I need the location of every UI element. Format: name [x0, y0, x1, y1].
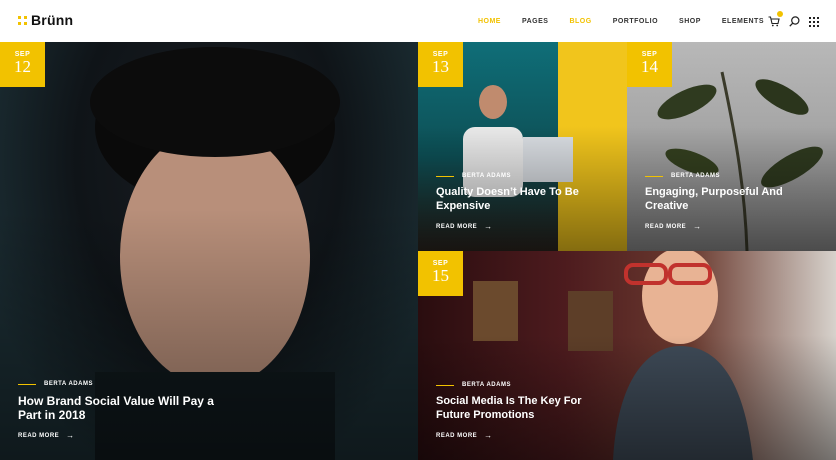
post-meta: BERTA ADAMS: [18, 381, 93, 387]
read-more-label: READ MORE: [436, 223, 478, 230]
post-card[interactable]: SEP 13 BERTA ADAMS Quality Doesn’t Have …: [418, 42, 627, 251]
post-author[interactable]: BERTA ADAMS: [462, 173, 511, 179]
post-meta: BERTA ADAMS: [436, 173, 511, 179]
post-card[interactable]: SEP 14 BERTA ADAMS Engaging, Purposeful …: [627, 42, 836, 251]
post-title[interactable]: Quality Doesn’t Have To Be Expensive: [436, 185, 616, 213]
arrow-right-icon: →: [484, 222, 493, 231]
nav-item-blog[interactable]: BLOG: [569, 18, 591, 25]
header-icons: [759, 11, 819, 32]
date-badge: SEP 14: [627, 42, 672, 87]
search-icon[interactable]: [789, 14, 800, 32]
date-badge: SEP 15: [418, 251, 463, 296]
date-day: 12: [14, 57, 31, 76]
accent-line: [436, 384, 454, 386]
date-day: 13: [432, 57, 449, 76]
grid-menu-icon[interactable]: [809, 14, 819, 32]
read-more-link[interactable]: READ MORE →: [18, 431, 74, 440]
read-more-link[interactable]: READ MORE →: [645, 222, 701, 231]
date-day: 14: [641, 57, 658, 76]
read-more-label: READ MORE: [645, 223, 687, 230]
accent-line: [18, 383, 36, 385]
main-nav: HOME PAGES BLOG PORTFOLIO SHOP ELEMENTS: [457, 0, 764, 42]
logo-text: Brünn: [31, 12, 74, 28]
arrow-right-icon: →: [484, 431, 493, 440]
read-more-label: READ MORE: [18, 432, 60, 439]
date-badge: SEP 13: [418, 42, 463, 87]
post-author[interactable]: BERTA ADAMS: [671, 173, 720, 179]
arrow-right-icon: →: [66, 431, 75, 440]
image-overlay: [0, 209, 418, 460]
post-card-wide[interactable]: SEP 15 BERTA ADAMS Social Media Is The K…: [418, 251, 836, 460]
site-header: Brünn HOME PAGES BLOG PORTFOLIO SHOP ELE…: [0, 0, 836, 42]
nav-item-home[interactable]: HOME: [478, 18, 501, 25]
nav-item-shop[interactable]: SHOP: [679, 18, 701, 25]
post-title[interactable]: Social Media Is The Key For Future Promo…: [436, 394, 616, 422]
nav-item-portfolio[interactable]: PORTFOLIO: [613, 18, 658, 25]
post-author[interactable]: BERTA ADAMS: [462, 382, 511, 388]
accent-line: [436, 175, 454, 177]
date-day: 15: [432, 266, 449, 285]
nav-item-pages[interactable]: PAGES: [522, 18, 549, 25]
read-more-label: READ MORE: [436, 432, 478, 439]
cart-badge: [777, 11, 783, 17]
read-more-link[interactable]: READ MORE →: [436, 431, 492, 440]
arrow-right-icon: →: [693, 222, 702, 231]
read-more-link[interactable]: READ MORE →: [436, 222, 492, 231]
post-card-large[interactable]: SEP 12 BERTA ADAMS How Brand Social Valu…: [0, 42, 418, 460]
date-badge: SEP 12: [0, 42, 45, 87]
post-title[interactable]: How Brand Social Value Will Pay a Part i…: [18, 394, 228, 422]
post-meta: BERTA ADAMS: [436, 382, 511, 388]
logo-mark-icon: [18, 15, 27, 25]
logo[interactable]: Brünn: [18, 12, 73, 28]
cart-icon[interactable]: [768, 11, 783, 32]
accent-line: [645, 175, 663, 177]
post-title[interactable]: Engaging, Purposeful And Creative: [645, 185, 825, 213]
post-author[interactable]: BERTA ADAMS: [44, 381, 93, 387]
nav-item-elements[interactable]: ELEMENTS: [722, 18, 764, 25]
post-meta: BERTA ADAMS: [645, 173, 720, 179]
